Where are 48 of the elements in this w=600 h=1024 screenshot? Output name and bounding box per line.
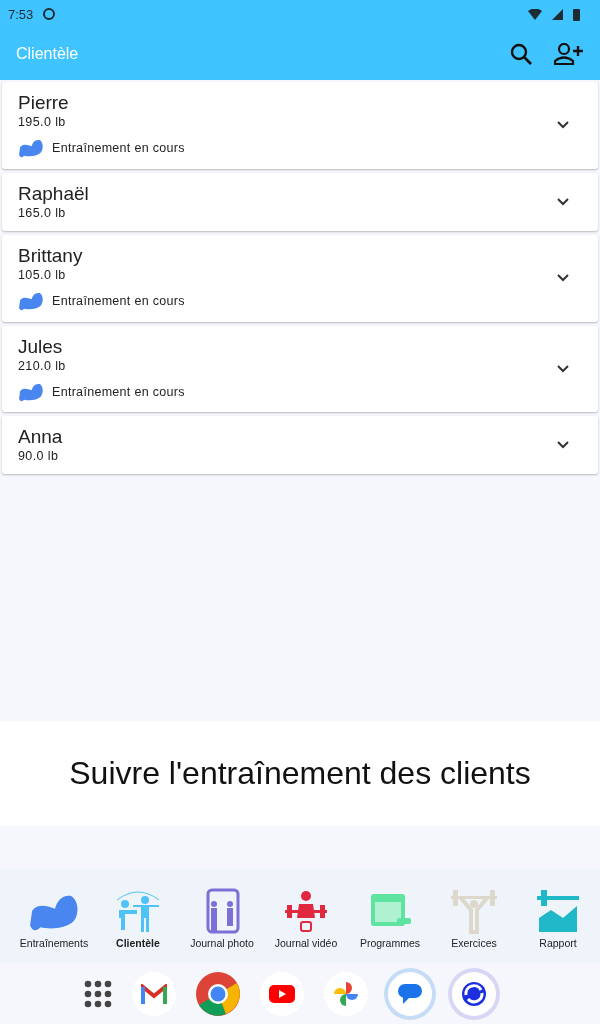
client-weight: 210.0 lb bbox=[18, 357, 67, 374]
training-status: Entraînement en cours bbox=[52, 294, 185, 309]
client-card[interactable]: Brittany 105.0 lb Entraînement en cours bbox=[2, 234, 598, 322]
weightlifter-icon bbox=[283, 888, 329, 934]
chevron-down-icon[interactable] bbox=[556, 196, 570, 207]
client-weight: 90.0 lb bbox=[18, 448, 60, 465]
client-weight: 195.0 lb bbox=[18, 114, 67, 130]
wifi-icon bbox=[528, 8, 542, 20]
chevron-down-icon[interactable] bbox=[556, 440, 570, 451]
browser-app-icon[interactable] bbox=[196, 971, 240, 1016]
notification-icon bbox=[43, 8, 56, 20]
nav-tab[interactable]: Journal photo bbox=[180, 888, 264, 949]
client-name: Raphaël bbox=[18, 182, 90, 205]
video-app-icon[interactable] bbox=[260, 971, 304, 1016]
client-name: Brittany bbox=[18, 244, 84, 267]
chevron-down-icon[interactable] bbox=[556, 120, 570, 131]
chevron-down-icon[interactable] bbox=[556, 364, 570, 374]
pinwheel-app-icon[interactable] bbox=[324, 971, 368, 1016]
nav-tab[interactable]: Rapport bbox=[516, 888, 600, 949]
client-name: Jules bbox=[18, 335, 64, 358]
client-card[interactable]: Anna 90.0 lb bbox=[2, 416, 598, 475]
chevron-down-icon[interactable] bbox=[556, 273, 570, 284]
nav-tab[interactable]: Entraînements bbox=[12, 892, 96, 949]
client-weight: 105.0 lb bbox=[18, 266, 67, 283]
add-person-icon[interactable] bbox=[554, 43, 584, 65]
nav-tab[interactable]: Clientèle bbox=[96, 888, 180, 949]
signal-icon bbox=[552, 8, 563, 20]
nav-tab[interactable]: Programmes bbox=[348, 888, 432, 949]
chat-app-icon[interactable] bbox=[388, 971, 432, 1016]
mail-app-icon[interactable] bbox=[132, 971, 176, 1016]
client-card[interactable]: Pierre 195.0 lb Entraînement en cours bbox=[2, 82, 598, 169]
client-weight: 165.0 lb bbox=[18, 204, 67, 221]
app-grid-icon[interactable] bbox=[84, 979, 112, 1008]
battery-icon bbox=[573, 7, 580, 21]
client-name: Anna bbox=[18, 426, 64, 449]
banner-text: Suivre l'entraînement des clients bbox=[69, 755, 531, 792]
client-card[interactable]: Raphaël 165.0 lb bbox=[2, 172, 598, 231]
status-time: 7:53 bbox=[8, 6, 34, 22]
app-bar-title: Clientèle bbox=[16, 45, 79, 63]
nav-tab[interactable]: Journal vidéo bbox=[264, 888, 348, 949]
barbell-icon bbox=[449, 888, 499, 934]
client-card[interactable]: Jules 210.0 lb Entraînement en cours bbox=[2, 325, 598, 413]
nav-tab[interactable]: Exercices bbox=[432, 888, 516, 949]
training-status: Entraînement en cours bbox=[52, 141, 185, 156]
sync-app-icon[interactable] bbox=[452, 971, 496, 1016]
training-status: Entraînement en cours bbox=[52, 385, 185, 399]
search-icon[interactable] bbox=[510, 43, 532, 65]
client-name: Pierre bbox=[18, 92, 70, 114]
